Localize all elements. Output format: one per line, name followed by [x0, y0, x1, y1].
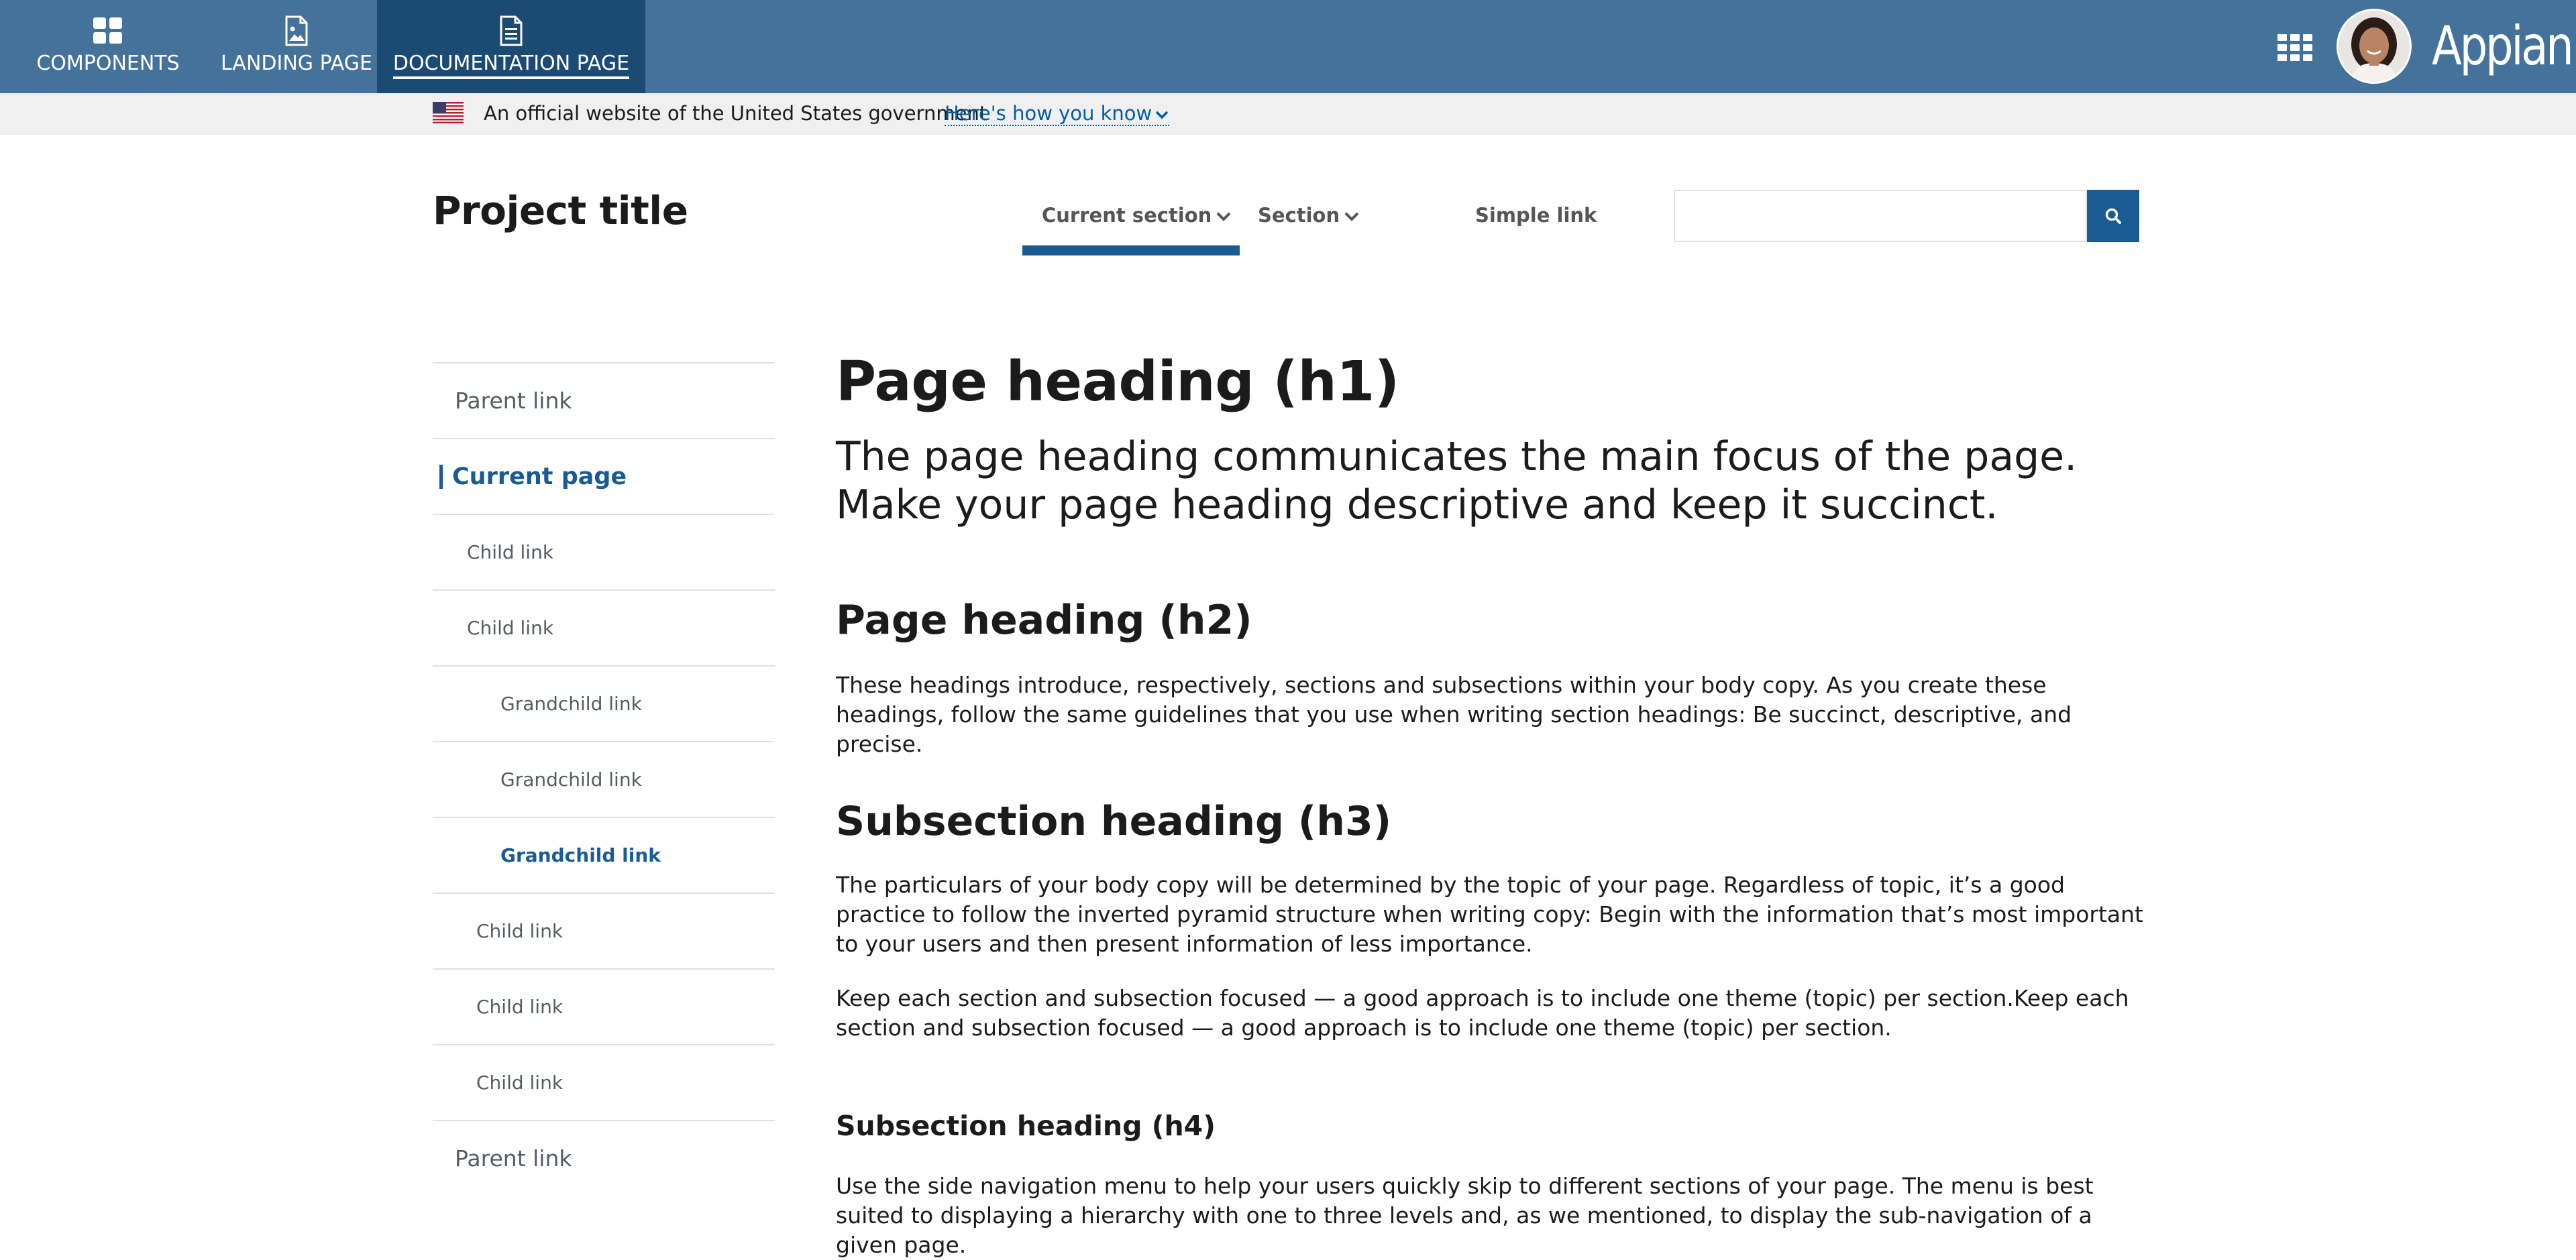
sidenav-item-label: Parent link [455, 388, 572, 414]
sidenav-parent-link[interactable]: Parent link [433, 362, 775, 438]
sidenav-item-label: Grandchild link [500, 768, 642, 791]
sidenav-item-label: Parent link [455, 1145, 572, 1171]
sidenav-item-label: Child link [467, 617, 554, 639]
body-paragraph: The particulars of your body copy will b… [836, 872, 2143, 957]
apps-grid-icon[interactable] [2277, 34, 2312, 61]
page-heading-h2: Page heading (h2) [836, 597, 1252, 644]
sidenav-item-label: Current page [452, 463, 627, 490]
sidenav-child-link[interactable]: Child link [433, 893, 775, 968]
tab-documentation-page[interactable]: DOCUMENTATION PAGE [377, 0, 645, 93]
body-paragraph: Use the side navigation menu to help you… [836, 1173, 2094, 1258]
sidenav-item-label: Child link [476, 920, 564, 942]
sidenav-grandchild-link-active[interactable]: Grandchild link [433, 817, 775, 893]
sidenav-child-link[interactable]: Child link [433, 1044, 775, 1120]
gov-banner-text: An official website of the United States… [484, 102, 987, 125]
sidenav-child-link[interactable]: Child link [433, 968, 775, 1044]
sidenav-grandchild-link[interactable]: Grandchild link [433, 665, 775, 741]
us-flag-icon [433, 102, 464, 123]
appian-logo: Appian [2432, 15, 2574, 77]
search-input[interactable] [1674, 190, 2087, 242]
chevron-down-icon [1344, 212, 1359, 221]
heres-how-you-know-label: Here's how you know [945, 102, 1152, 125]
nav-current-section-label: Current section [1042, 204, 1212, 227]
sidenav-child-link[interactable]: Child link [433, 514, 775, 589]
sidenav-item-label: Grandchild link [500, 844, 661, 866]
tab-documentation-page-label: DOCUMENTATION PAGE [392, 52, 630, 79]
tab-components-label: COMPONENTS [36, 52, 180, 75]
nav-simple-link-label: Simple link [1475, 204, 1597, 227]
search-button[interactable] [2087, 190, 2139, 242]
sidenav-parent-link[interactable]: Parent link [433, 1120, 775, 1196]
nav-section[interactable]: Section [1258, 204, 1360, 257]
search-icon [2105, 208, 2121, 224]
heres-how-you-know-link[interactable]: Here's how you know [945, 102, 1170, 126]
current-page-indicator [439, 464, 443, 489]
sidenav-item-label: Grandchild link [500, 693, 642, 715]
tab-landing-page[interactable]: LANDING PAGE [216, 0, 377, 93]
app-top-bar: COMPONENTS LANDING PAGE DOCUMENTATION PA… [0, 0, 2576, 93]
page-heading-h1: Page heading (h1) [836, 350, 1399, 414]
sidenav-item-label: Child link [476, 996, 564, 1018]
body-paragraph: Keep each section and subsection focused… [836, 985, 2129, 1041]
sidenav-current-page[interactable]: Current page [433, 438, 775, 514]
sidenav-item-label: Child link [476, 1072, 564, 1094]
sidenav-item-label: Child link [467, 541, 554, 563]
gov-banner: An official website of the United States… [0, 93, 2576, 135]
project-title[interactable]: Project title [433, 188, 688, 233]
avatar[interactable] [2337, 9, 2412, 84]
lead-paragraph: The page heading communicates the main f… [836, 433, 2078, 528]
subsection-heading-h4: Subsection heading (h4) [836, 1110, 1216, 1142]
sidenav-grandchild-link[interactable]: Grandchild link [433, 741, 775, 817]
current-section-indicator [1022, 245, 1240, 255]
subsection-heading-h3: Subsection heading (h3) [836, 798, 1392, 845]
nav-simple-link[interactable]: Simple link [1475, 204, 1597, 257]
chevron-down-icon [1216, 212, 1231, 221]
components-grid-icon [91, 13, 125, 48]
side-navigation: Parent link Current page Child link Chil… [433, 362, 775, 1196]
document-icon [494, 13, 529, 48]
sidenav-child-link[interactable]: Child link [433, 589, 775, 665]
chevron-down-icon [1156, 111, 1169, 119]
tab-landing-page-label: LANDING PAGE [221, 52, 372, 75]
image-document-icon [279, 13, 314, 48]
body-paragraph: These headings introduce, respectively, … [836, 672, 2072, 757]
nav-section-label: Section [1258, 204, 1340, 227]
tab-components[interactable]: COMPONENTS [0, 0, 216, 93]
